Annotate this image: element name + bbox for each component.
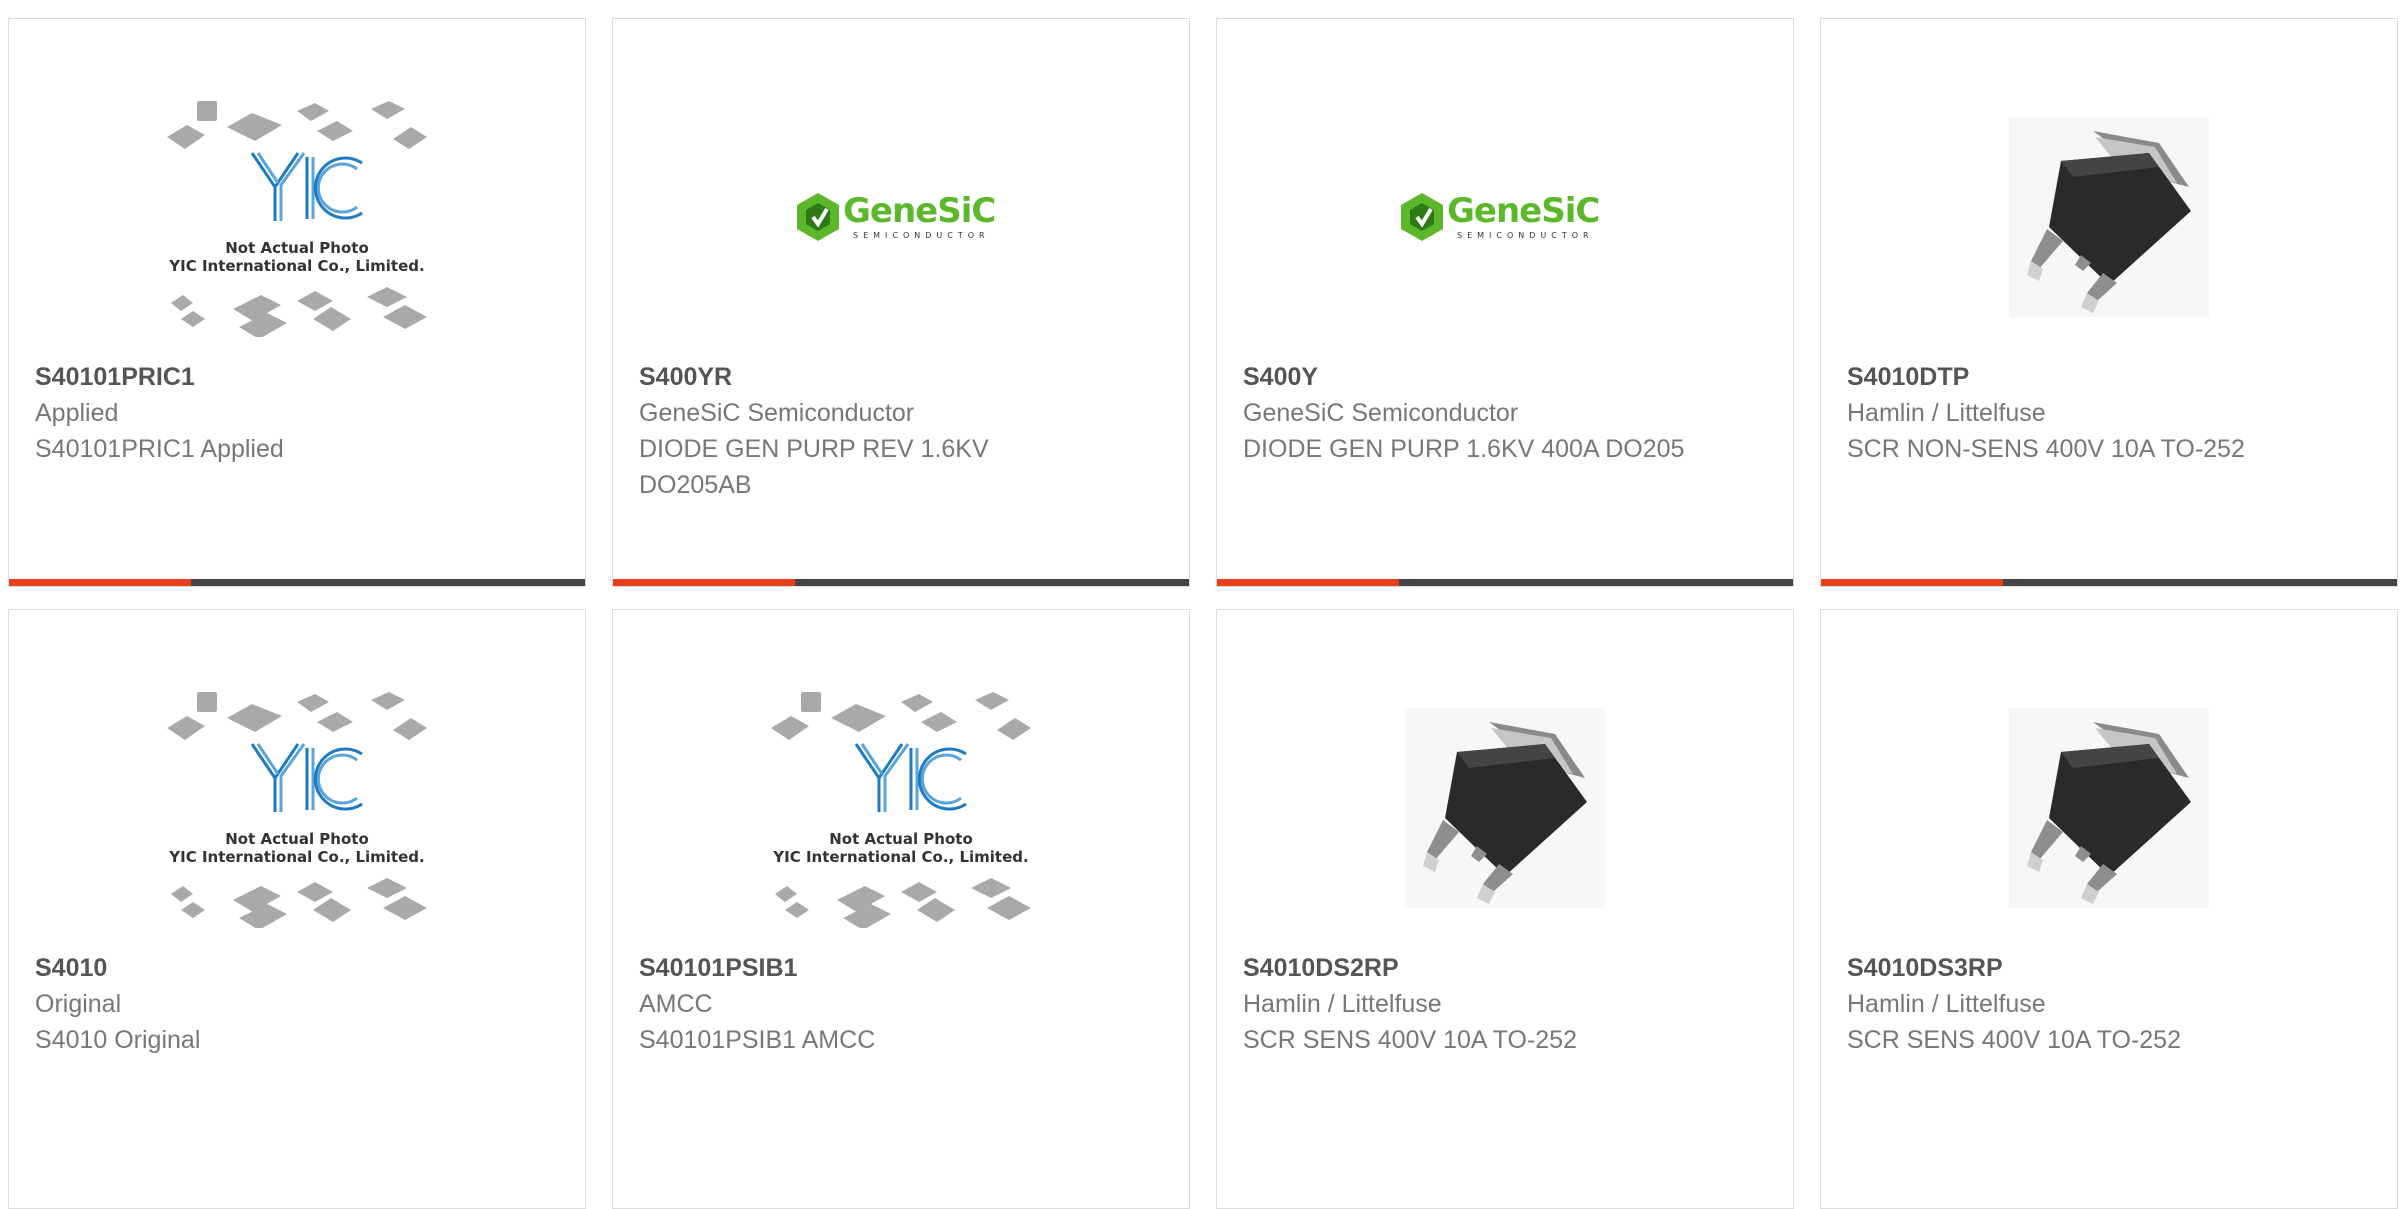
description: SCR SENS 400V 10A TO-252 [1847, 1026, 2181, 1054]
not-actual-photo-placeholder: Not Actual Photo YIC International Co., … [157, 97, 437, 339]
product-image[interactable]: Not Actual Photo YIC International Co., … [9, 670, 585, 945]
part-number[interactable]: S40101PSIB1 [639, 950, 1099, 986]
not-actual-photo-placeholder: Not Actual Photo YIC International Co., … [761, 688, 1041, 930]
product-info: S40101PSIB1 AMCC S40101PSIB1 AMCC [639, 950, 1099, 1058]
card-accent-bar [613, 579, 795, 586]
genesic-hex-icon [1401, 192, 1443, 241]
manufacturer: AMCC [639, 990, 713, 1018]
to252-package-icon [2009, 116, 2209, 317]
genesic-name: GeneSiC [1447, 190, 1600, 231]
product-info: S4010DS2RP Hamlin / Littelfuse SCR SENS … [1243, 950, 1703, 1058]
manufacturer: GeneSiC Semiconductor [1243, 399, 1519, 427]
card-bottom-bar [1217, 579, 1793, 586]
yic-logo-icon [250, 151, 363, 221]
placeholder-line1: Not Actual Photo [225, 829, 369, 848]
placeholder-line2: YIC International Co., Limited. [169, 847, 425, 866]
part-number[interactable]: S4010DTP [1847, 359, 2307, 395]
product-image[interactable] [1217, 670, 1793, 945]
product-info: S400Y GeneSiC Semiconductor DIODE GEN PU… [1243, 359, 1703, 467]
description: DIODE GEN PURP REV 1.6KV DO205AB [639, 435, 989, 499]
genesic-hex-icon [797, 192, 839, 241]
placeholder-line1: Not Actual Photo [829, 829, 973, 848]
description: S4010 Original [35, 1026, 201, 1054]
product-info: S4010 Original S4010 Original [35, 950, 495, 1058]
chip-packages-graphic [771, 691, 1031, 930]
product-info: S400YR GeneSiC Semiconductor DIODE GEN P… [639, 359, 1099, 503]
manufacturer: Hamlin / Littelfuse [1243, 990, 1442, 1018]
manufacturer: Hamlin / Littelfuse [1847, 399, 2046, 427]
product-image[interactable] [1821, 670, 2397, 945]
card-accent-bar [9, 579, 191, 586]
chip-packages-graphic [167, 691, 427, 930]
product-card[interactable]: Not Actual Photo YIC International Co., … [8, 609, 586, 1209]
genesic-name: GeneSiC [843, 190, 996, 231]
description: S40101PRIC1 Applied [35, 435, 284, 463]
card-bottom-bar [1821, 579, 2397, 586]
description: SCR NON-SENS 400V 10A TO-252 [1847, 435, 2245, 463]
manufacturer: Original [35, 990, 122, 1018]
product-image[interactable] [1821, 79, 2397, 354]
genesic-tagline: SEMICONDUCTOR [853, 230, 990, 240]
part-number[interactable]: S400Y [1243, 359, 1703, 395]
product-card[interactable]: GeneSiC SEMICONDUCTOR S400YR GeneSiC Sem… [612, 18, 1190, 587]
part-number[interactable]: S40101PRIC1 [35, 359, 495, 395]
product-card[interactable]: Not Actual Photo YIC International Co., … [612, 609, 1190, 1209]
product-card[interactable]: GeneSiC SEMICONDUCTOR S400Y GeneSiC Semi… [1216, 18, 1794, 587]
product-image[interactable]: Not Actual Photo YIC International Co., … [9, 79, 585, 354]
description: DIODE GEN PURP 1.6KV 400A DO205 [1243, 435, 1685, 463]
product-card[interactable]: S4010DS3RP Hamlin / Littelfuse SCR SENS … [1820, 609, 2398, 1209]
manufacturer: GeneSiC Semiconductor [639, 399, 915, 427]
genesic-logo: GeneSiC SEMICONDUCTOR [1395, 187, 1615, 247]
manufacturer: Applied [35, 399, 119, 427]
not-actual-photo-placeholder: Not Actual Photo YIC International Co., … [157, 688, 437, 930]
card-bottom-bar [613, 579, 1189, 586]
card-bottom-bar [9, 579, 585, 586]
product-image[interactable]: Not Actual Photo YIC International Co., … [613, 670, 1189, 945]
product-grid: Not Actual Photo YIC International Co., … [0, 0, 2400, 1209]
to252-package-icon [1405, 707, 1605, 908]
product-card[interactable]: Not Actual Photo YIC International Co., … [8, 18, 586, 587]
placeholder-line2: YIC International Co., Limited. [773, 847, 1029, 866]
card-accent-bar [1217, 579, 1399, 586]
part-number[interactable]: S4010DS2RP [1243, 950, 1703, 986]
chip-packages-graphic [167, 100, 427, 339]
card-accent-bar [1821, 579, 2003, 586]
description: SCR SENS 400V 10A TO-252 [1243, 1026, 1577, 1054]
product-info: S4010DTP Hamlin / Littelfuse SCR NON-SEN… [1847, 359, 2307, 467]
genesic-logo: GeneSiC SEMICONDUCTOR [791, 187, 1011, 247]
description: S40101PSIB1 AMCC [639, 1026, 876, 1054]
product-info: S4010DS3RP Hamlin / Littelfuse SCR SENS … [1847, 950, 2307, 1058]
placeholder-line1: Not Actual Photo [225, 238, 369, 257]
product-card[interactable]: S4010DS2RP Hamlin / Littelfuse SCR SENS … [1216, 609, 1794, 1209]
part-number[interactable]: S400YR [639, 359, 1099, 395]
part-number[interactable]: S4010DS3RP [1847, 950, 2307, 986]
to252-package-icon [2009, 707, 2209, 908]
product-info: S40101PRIC1 Applied S40101PRIC1 Applied [35, 359, 495, 467]
yic-logo-icon [250, 742, 363, 812]
placeholder-line2: YIC International Co., Limited. [169, 256, 425, 275]
product-image[interactable]: GeneSiC SEMICONDUCTOR [1217, 79, 1793, 354]
yic-logo-icon [854, 742, 967, 812]
product-image[interactable]: GeneSiC SEMICONDUCTOR [613, 79, 1189, 354]
product-card[interactable]: S4010DTP Hamlin / Littelfuse SCR NON-SEN… [1820, 18, 2398, 587]
manufacturer: Hamlin / Littelfuse [1847, 990, 2046, 1018]
genesic-tagline: SEMICONDUCTOR [1457, 230, 1594, 240]
part-number[interactable]: S4010 [35, 950, 495, 986]
